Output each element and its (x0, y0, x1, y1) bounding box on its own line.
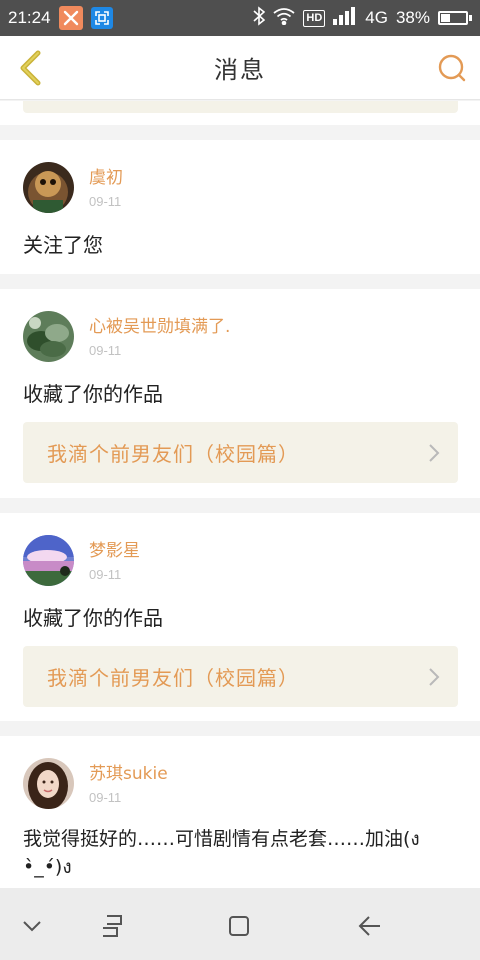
avatar[interactable] (23, 162, 74, 213)
chevron-right-icon (428, 443, 440, 463)
list-item[interactable]: 心被吴世勋填满了. 09-11 收藏了你的作品 我滴个前男友们（校园篇） (0, 289, 480, 498)
list-item[interactable]: 梦影星 09-11 收藏了你的作品 我滴个前男友们（校园篇） (0, 513, 480, 721)
message-action: 关注了您 (23, 233, 103, 257)
screenshot-app-icon (90, 7, 113, 29)
status-bar: 21:24 HD 4G 38% (0, 0, 480, 36)
work-link[interactable]: 我滴个前男友们（校园篇） (23, 646, 458, 707)
avatar[interactable] (23, 311, 74, 362)
avatar[interactable] (23, 758, 74, 809)
page-title: 消息 (214, 56, 266, 84)
bluetooth-icon (253, 5, 266, 31)
message-date: 09-11 (89, 566, 122, 582)
work-title: 我滴个前男友们（校园篇） (47, 442, 299, 466)
back-arrow-icon[interactable] (353, 910, 385, 942)
battery-percent: 38% (395, 8, 430, 27)
work-link-partial[interactable] (23, 101, 458, 113)
battery-icon (438, 11, 472, 25)
message-list[interactable]: 虞初 09-11 关注了您 心被吴世勋填满了. 09-11 收藏了你的作品 我滴… (0, 101, 480, 888)
message-action: 收藏了你的作品 (23, 606, 163, 630)
avatar[interactable] (23, 535, 74, 586)
message-date: 09-11 (89, 193, 122, 209)
message-action: 收藏了你的作品 (23, 382, 163, 406)
username[interactable]: 梦影星 (89, 540, 140, 562)
work-link[interactable]: 我滴个前男友们（校园篇） (23, 422, 458, 483)
list-item[interactable]: 虞初 09-11 关注了您 (0, 140, 480, 274)
username[interactable]: 虞初 (89, 167, 123, 189)
app-header: 消息 (0, 36, 480, 100)
work-title: 我滴个前男友们（校园篇） (47, 666, 299, 690)
screen: 21:24 HD 4G 38% 消息 虞初 09-11 关注了您 心被吴世勋填满… (0, 0, 480, 960)
message-date: 09-11 (89, 342, 122, 358)
username[interactable]: 苏琪sukie (89, 763, 168, 785)
username[interactable]: 心被吴世勋填满了. (89, 316, 230, 338)
message-date: 09-11 (89, 789, 122, 805)
status-time: 21:24 (8, 8, 51, 27)
network-type: 4G (365, 8, 388, 27)
chevron-right-icon (428, 667, 440, 687)
wifi-icon (273, 7, 295, 30)
back-chevron-icon[interactable] (14, 50, 46, 86)
home-icon[interactable] (223, 910, 255, 942)
hd-icon: HD (303, 9, 326, 27)
signal-icon (333, 6, 357, 30)
recent-apps-icon[interactable] (96, 910, 128, 942)
xiaomi-app-icon (58, 6, 83, 30)
list-item[interactable]: 苏琪sukie 09-11 我觉得挺好的……可惜剧情有点老套……加油(ง •̀_… (0, 736, 480, 888)
search-icon[interactable] (436, 52, 468, 84)
system-nav-bar (0, 888, 480, 960)
message-comment: 我觉得挺好的……可惜剧情有点老套……加油(ง •̀_•́)ง (23, 828, 420, 878)
list-item-partial (0, 101, 480, 125)
collapse-chevron-icon[interactable] (16, 910, 48, 942)
